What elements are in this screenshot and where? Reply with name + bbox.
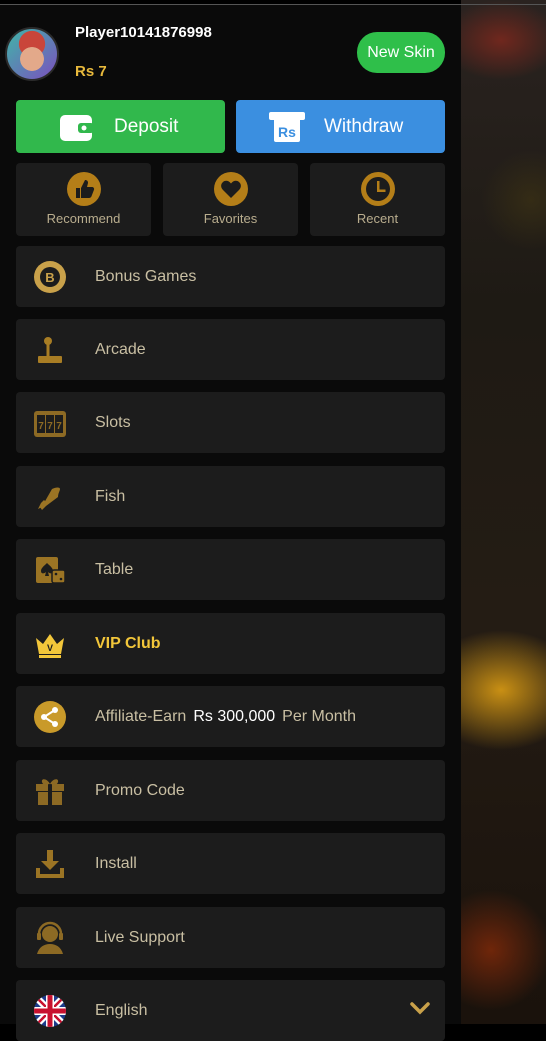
fish-icon <box>38 487 60 510</box>
balance: Rs 7 <box>75 63 107 80</box>
avatar[interactable] <box>5 27 59 81</box>
quick-recommend[interactable]: Recommend <box>16 163 151 236</box>
username: Player10141876998 <box>75 24 212 41</box>
headset-support-icon <box>37 921 63 954</box>
rs-icon-text: Rs <box>278 124 296 140</box>
menu-item-label: Live Support <box>95 928 185 946</box>
bonus-coin-icon: B <box>34 260 66 293</box>
menu-item-label: Slots <box>95 413 131 431</box>
uk-flag-icon <box>34 994 66 1027</box>
menu-item-label: Bonus Games <box>95 267 197 285</box>
deposit-label: Deposit <box>114 115 179 137</box>
slot-machine-icon: 7 7 7 <box>34 410 66 437</box>
menu-item-table[interactable]: Table <box>16 539 445 600</box>
gift-icon <box>36 778 64 805</box>
menu-item-label: Install <box>95 854 137 872</box>
menu-item-promo-code[interactable]: Promo Code <box>16 760 445 821</box>
cash-withdraw-icon: Rs <box>269 111 305 142</box>
crown-icon: V <box>36 633 64 658</box>
menu-item-label: Arcade <box>95 340 146 358</box>
withdraw-button[interactable]: Rs Withdraw <box>236 100 445 153</box>
svg-text:7: 7 <box>38 421 44 432</box>
heart-icon <box>213 172 248 206</box>
menu-item-label: Table <box>95 560 134 578</box>
menu-item-install[interactable]: Install <box>16 833 445 894</box>
new-skin-button[interactable]: New Skin <box>357 32 445 73</box>
quick-favorites[interactable]: Favorites <box>163 163 298 236</box>
svg-text:B: B <box>45 270 54 285</box>
quick-recent[interactable]: Recent <box>310 163 445 236</box>
menu-item-arcade[interactable]: Arcade <box>16 319 445 380</box>
quick-label: Favorites <box>203 211 258 226</box>
download-icon <box>36 849 64 878</box>
wallet-icon <box>60 114 94 141</box>
menu-item-label: VIP Club <box>95 634 161 652</box>
language-selector[interactable]: English <box>16 980 445 1041</box>
deposit-button[interactable]: Deposit <box>16 100 225 153</box>
menu-item-vip-club[interactable]: V VIP Club <box>16 613 445 674</box>
svg-text:V: V <box>47 643 53 653</box>
chevron-down-icon <box>410 1002 430 1015</box>
affiliate-prefix: Affiliate-Earn <box>95 707 187 725</box>
thumbs-up-icon <box>66 172 101 206</box>
clock-icon <box>360 172 395 206</box>
cards-dice-icon <box>36 556 66 584</box>
menu-item-live-support[interactable]: Live Support <box>16 907 445 968</box>
share-icon <box>34 700 66 733</box>
menu-item-affiliate[interactable]: Affiliate-Earn Rs 300,000 Per Month <box>16 686 445 747</box>
menu-item-bonus-games[interactable]: B Bonus Games <box>16 246 445 307</box>
menu-item-label: Promo Code <box>95 781 185 799</box>
background-game-blur <box>461 0 546 1024</box>
affiliate-suffix: Per Month <box>282 707 356 725</box>
menu-item-label: Fish <box>95 487 126 505</box>
joystick-icon <box>38 336 62 363</box>
language-label: English <box>95 1001 148 1019</box>
svg-text:7: 7 <box>56 421 62 432</box>
menu-item-fish[interactable]: Fish <box>16 466 445 527</box>
svg-text:7: 7 <box>47 421 53 432</box>
affiliate-amount: Rs 300,000 <box>193 707 276 725</box>
withdraw-label: Withdraw <box>324 115 404 137</box>
menu-item-slots[interactable]: 7 7 7 Slots <box>16 392 445 453</box>
quick-label: Recommend <box>46 211 121 226</box>
quick-label: Recent <box>356 211 399 226</box>
